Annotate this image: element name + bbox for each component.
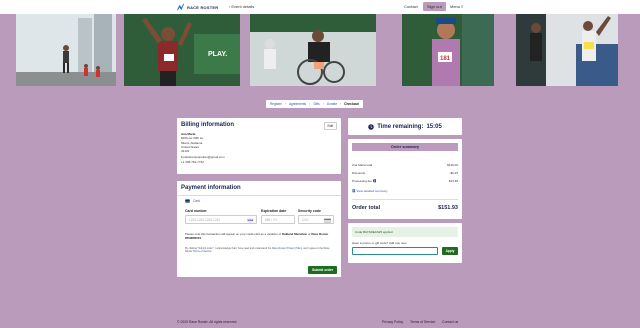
photo-city-runners: [16, 14, 116, 86]
step-register[interactable]: Register: [270, 102, 282, 106]
chevron-right-icon: ›: [284, 102, 286, 106]
payment-information-card: Payment information Card Card number 123…: [177, 181, 341, 277]
timer-label: Time remaining:: [377, 123, 424, 130]
terms-fine-print: By clicking "Submit order", I acknowledg…: [185, 247, 333, 254]
chevron-right-icon: ›: [322, 102, 324, 106]
submit-order-button[interactable]: Submit order: [308, 266, 337, 274]
summary-row-label: Processing fee: [352, 179, 372, 183]
expiration-label: Expiration date: [261, 209, 287, 213]
privacy-policy-link[interactable]: Race Roster Privacy Policy: [272, 247, 302, 250]
view-detailed-summary-label: View detailed summary: [356, 189, 388, 193]
chevron-right-icon: ›: [340, 102, 342, 106]
expiration-input[interactable]: MM / YY: [261, 215, 295, 224]
summary-row: Discounts -$6.25: [352, 171, 458, 175]
statement-descriptor-note: Please note this transaction will appear…: [185, 232, 333, 241]
race-roster-logo[interactable]: RACE ROSTER: [176, 3, 218, 12]
summary-row-value: $13.18: [448, 179, 458, 183]
card-payment-tab[interactable]: Card: [185, 199, 200, 203]
statement-name: Oakland Marathon: [281, 232, 308, 236]
promo-code-card: Code BAYAREAS25 applied Have a promo or …: [348, 223, 462, 263]
payment-title: Payment information: [181, 185, 241, 191]
checkout-breadcrumb: Register › Agreements › Gifts › Donate ›…: [266, 100, 363, 108]
contact-link[interactable]: Contact: [404, 4, 418, 9]
promo-applied-notice: Code BAYAREAS25 applied: [352, 227, 458, 237]
chevron-left-icon: ‹: [229, 4, 231, 9]
security-code-placeholder: CVC: [302, 217, 309, 222]
photo-smiling-runner: 181: [402, 14, 494, 86]
visa-icon: visa: [246, 218, 254, 223]
document-icon: [352, 189, 356, 193]
divider: [352, 199, 458, 200]
brand-name: RACE ROSTER: [187, 5, 219, 10]
summary-row-label: Discounts: [352, 171, 366, 175]
menu-button[interactable]: Menu ≡: [450, 4, 463, 9]
step-checkout: Checkout: [344, 102, 359, 106]
event-details-label: Event details: [231, 4, 255, 9]
promo-code-input[interactable]: [352, 247, 438, 255]
timer-value: 15:05: [426, 123, 442, 130]
sign-out-button[interactable]: Sign out: [423, 2, 446, 11]
photo-wheelchair-racer: [250, 14, 376, 86]
menu-label: Menu: [450, 4, 461, 9]
promo-code-prompt: Have a promo or gift code? Add one now: [352, 241, 407, 245]
view-detailed-summary-link[interactable]: View detailed summary: [352, 189, 387, 193]
order-total-label: Order total: [352, 205, 381, 211]
footer-contact-us-link[interactable]: Contact us: [442, 320, 458, 324]
summary-row: Processing fee $13.18: [352, 179, 458, 183]
billing-information-card: Billing information Edit Ana Maria 8200 …: [177, 118, 341, 174]
summary-row-value: $145.00: [447, 163, 458, 167]
fine-print-text: , and I agree to the: [301, 247, 323, 250]
chevron-right-icon: ›: [309, 102, 311, 106]
clock-icon: [368, 123, 374, 130]
card-number-placeholder: 1234 1234 1234 1234: [189, 217, 221, 222]
race-roster-logo-icon: [176, 3, 185, 11]
footer-privacy-policy-link[interactable]: Privacy Policy: [382, 320, 403, 324]
expiration-placeholder: MM / YY: [265, 217, 278, 222]
order-summary-card: Order summary Ana Maria total $145.00 Di…: [348, 139, 462, 219]
credit-card-icon: [185, 199, 190, 203]
summary-row-value: -$6.25: [449, 171, 458, 175]
top-navigation: RACE ROSTER ‹ Event details Contact Sign…: [0, 0, 640, 14]
svg-text:181: 181: [440, 56, 451, 62]
step-donate[interactable]: Donate: [327, 102, 337, 106]
order-total-row: Order total $151.93: [352, 205, 458, 211]
menu-icon: ≡: [461, 4, 464, 9]
card-number-label: Card number: [185, 209, 207, 213]
footer-terms-of-service-link[interactable]: Terms of Service: [410, 320, 435, 324]
svg-text:PLAY.: PLAY.: [208, 51, 227, 58]
security-code-input[interactable]: CVC: [298, 215, 334, 224]
security-code-label: Security code: [298, 209, 321, 213]
processing-fee-label-group: Processing fee: [352, 179, 377, 183]
info-icon[interactable]: [372, 179, 377, 183]
billing-title: Billing information: [181, 122, 234, 128]
apply-promo-button[interactable]: Apply: [442, 247, 458, 255]
edit-billing-button[interactable]: Edit: [323, 122, 337, 130]
card-number-input[interactable]: 1234 1234 1234 1234 visa: [185, 215, 257, 224]
card-tab-label: Card: [193, 199, 200, 203]
cvc-icon: [324, 218, 331, 223]
order-total-value: $151.93: [438, 205, 458, 211]
divider: [177, 195, 341, 196]
photo-finish-runners: [516, 14, 618, 86]
step-agreements[interactable]: Agreements: [289, 102, 306, 106]
step-gifts[interactable]: Gifts: [313, 102, 320, 106]
time-remaining-card: Time remaining: 15:05: [348, 118, 462, 135]
summary-row: Ana Maria total $145.00: [352, 163, 458, 167]
billing-phone: +1 305-762-7762: [181, 159, 204, 164]
billing-details: Ana Maria 8200 nw 30th ter Miami, Alabam…: [181, 132, 225, 164]
summary-row-label: Ana Maria total: [352, 163, 373, 167]
event-details-link[interactable]: ‹ Event details: [229, 4, 254, 9]
order-summary-title: Order summary: [352, 143, 458, 151]
footer-copyright: © 2025 Race Roster. All rights reserved.: [177, 320, 238, 324]
photo-celebrating-runner: PLAY.: [124, 14, 240, 86]
event-photo-strip: PLAY. 181: [0, 14, 640, 86]
